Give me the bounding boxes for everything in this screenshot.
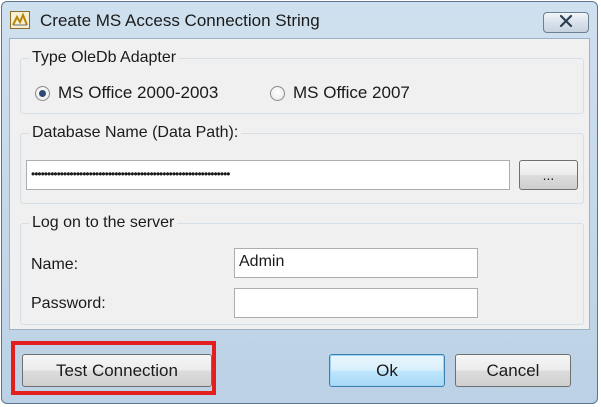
database-group-title: Database Name (Data Path):	[29, 124, 242, 142]
database-group: Database Name (Data Path): •••••••••••••…	[20, 124, 584, 204]
radio-label-office-2000-2003: MS Office 2000-2003	[58, 83, 219, 102]
radio-label-office-2007: MS Office 2007	[293, 83, 410, 102]
window-title: Create MS Access Connection String	[40, 11, 320, 30]
ok-button[interactable]: Ok	[329, 354, 445, 387]
name-input-value: Admin	[239, 253, 285, 270]
highlight-annotation-box	[11, 341, 216, 395]
database-path-input[interactable]: ••••••••••••••••••••••••••••••••••••••••…	[26, 160, 510, 190]
browse-button[interactable]: ...	[519, 160, 578, 190]
close-button[interactable]	[543, 12, 589, 33]
close-icon	[559, 14, 573, 32]
title-bar[interactable]: Create MS Access Connection String	[2, 2, 597, 38]
password-label: Password:	[31, 295, 106, 312]
radio-office-2000-2003[interactable]: MS Office 2000-2003	[35, 83, 218, 103]
name-input[interactable]: Admin	[234, 248, 478, 278]
access-app-icon	[10, 11, 30, 29]
ok-label: Ok	[376, 360, 398, 380]
adapter-group-title: Type OleDb Adapter	[29, 49, 180, 67]
logon-group: Log on to the server Name: Admin Passwor…	[20, 214, 584, 325]
dialog-body: Type OleDb Adapter MS Office 2000-2003 M…	[9, 38, 590, 330]
name-label: Name:	[31, 256, 79, 273]
logon-group-title: Log on to the server	[29, 214, 178, 232]
adapter-group: Type OleDb Adapter MS Office 2000-2003 M…	[20, 49, 584, 114]
password-input[interactable]	[234, 288, 478, 318]
radio-office-2007[interactable]: MS Office 2007	[270, 83, 410, 103]
cancel-button[interactable]: Cancel	[455, 354, 571, 387]
database-path-value: ••••••••••••••••••••••••••••••••••••••••…	[31, 167, 230, 181]
cancel-label: Cancel	[486, 360, 540, 380]
radio-checked-icon	[35, 85, 50, 101]
browse-button-label: ...	[542, 167, 555, 183]
radio-unchecked-icon	[270, 85, 285, 101]
